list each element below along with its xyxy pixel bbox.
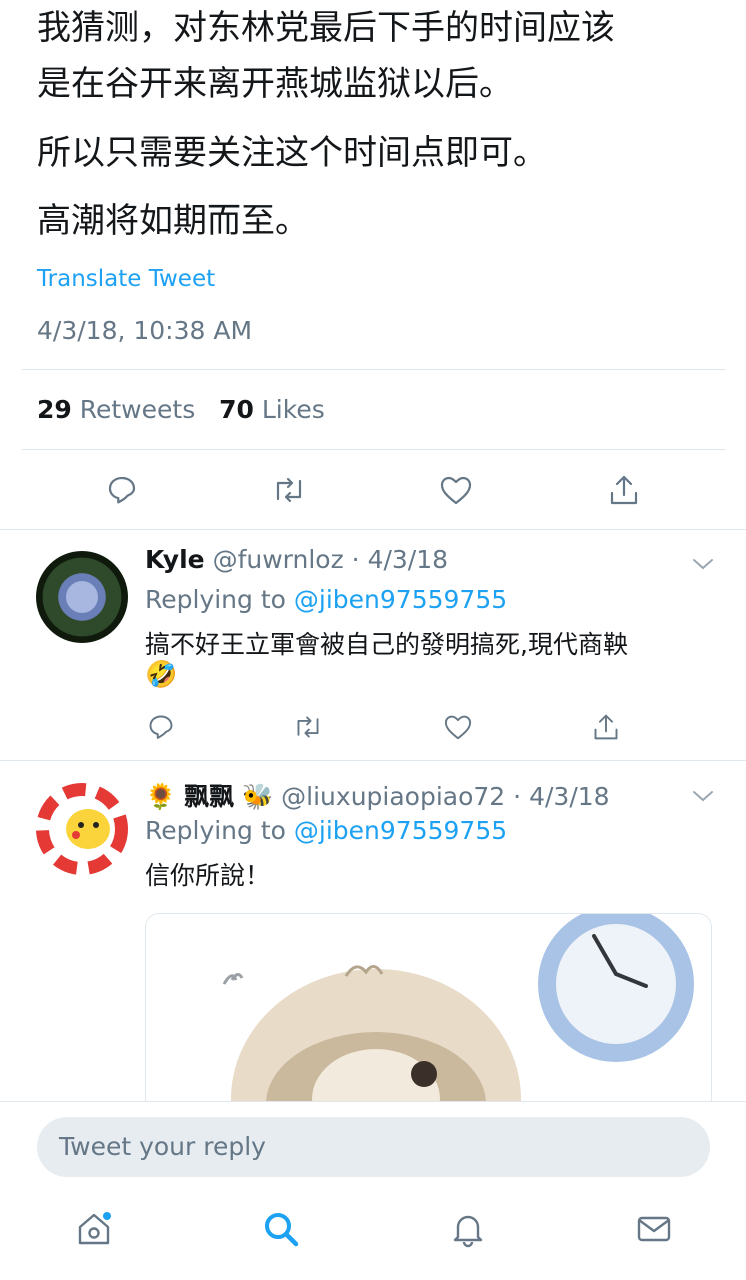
share-icon[interactable] [590, 710, 622, 744]
tweet-text-line-4: 高潮将如期而至。 [37, 201, 309, 241]
messages-icon[interactable] [632, 1207, 676, 1251]
display-name[interactable]: 飘飘 [184, 782, 234, 811]
reply-date: 4/3/18 [529, 782, 610, 811]
translate-tweet-link[interactable]: Translate Tweet [37, 266, 215, 292]
retweet-icon[interactable] [290, 710, 326, 744]
reply-icon[interactable] [100, 470, 144, 510]
replying-to-line: Replying to @jiben97559755 [145, 816, 507, 845]
reply-date: 4/3/18 [367, 545, 449, 574]
user-handle[interactable]: @fuwrnloz [213, 545, 344, 574]
user-handle[interactable]: @liuxupiaopiao72 [281, 782, 505, 811]
divider [22, 369, 726, 370]
like-icon[interactable] [441, 710, 475, 744]
replying-to-line: Replying to @jiben97559755 [145, 585, 507, 614]
like-icon[interactable] [434, 470, 478, 510]
separator-dot: · [513, 782, 522, 811]
avatar[interactable] [36, 551, 128, 643]
avatar[interactable] [36, 783, 128, 875]
display-name[interactable]: Kyle [145, 545, 205, 574]
replying-to-handle[interactable]: @jiben97559755 [294, 585, 507, 614]
tweet-reply-input[interactable]: Tweet your reply [37, 1117, 710, 1177]
tweet-stats: 29 Retweets 70 Likes [37, 395, 325, 424]
search-icon[interactable] [259, 1207, 303, 1251]
tweet-text-line-2: 是在谷开来离开燕城监狱以后。 [37, 64, 513, 104]
likes-label[interactable]: Likes [262, 395, 325, 424]
reply-media-image[interactable] [145, 913, 712, 1115]
divider [0, 529, 746, 530]
reply-header: 🌻 飘飘 🐝 @liuxupiaopiao72 · 4/3/18 [145, 777, 610, 813]
replying-to-label: Replying to [145, 585, 286, 614]
chevron-down-icon[interactable] [690, 785, 716, 807]
likes-count[interactable]: 70 [219, 395, 254, 424]
tweet-text-line-1: 我猜测，对东林党最后下手的时间应该 [37, 8, 615, 48]
notifications-icon[interactable] [446, 1207, 490, 1251]
home-icon[interactable] [72, 1207, 116, 1251]
tweet-text-line-3: 所以只需要关注这个时间点即可。 [37, 133, 547, 173]
retweets-count[interactable]: 29 [37, 395, 72, 424]
retweets-label[interactable]: Retweets [80, 395, 195, 424]
reply-icon[interactable] [145, 710, 177, 744]
share-icon[interactable] [602, 470, 646, 510]
reply-text: 搞不好王立軍會被自己的發明搞死,現代商鞅 [145, 630, 628, 659]
reply-text: 信你所說！ [145, 861, 271, 890]
tweet-timestamp: 4/3/18, 10:38 AM [37, 316, 253, 345]
name-emoji-sunflower: 🌻 [145, 782, 177, 811]
replying-to-handle[interactable]: @jiben97559755 [294, 816, 507, 845]
retweet-icon[interactable] [267, 470, 311, 510]
reply-emoji: 🤣 [145, 660, 178, 690]
name-emoji-bee: 🐝 [242, 782, 274, 811]
reply-header: Kyle @fuwrnloz · 4/3/18 [145, 545, 448, 574]
chevron-down-icon[interactable] [690, 553, 716, 575]
separator-dot: · [351, 545, 360, 574]
replying-to-label: Replying to [145, 816, 286, 845]
divider [22, 449, 726, 450]
divider [0, 760, 746, 761]
